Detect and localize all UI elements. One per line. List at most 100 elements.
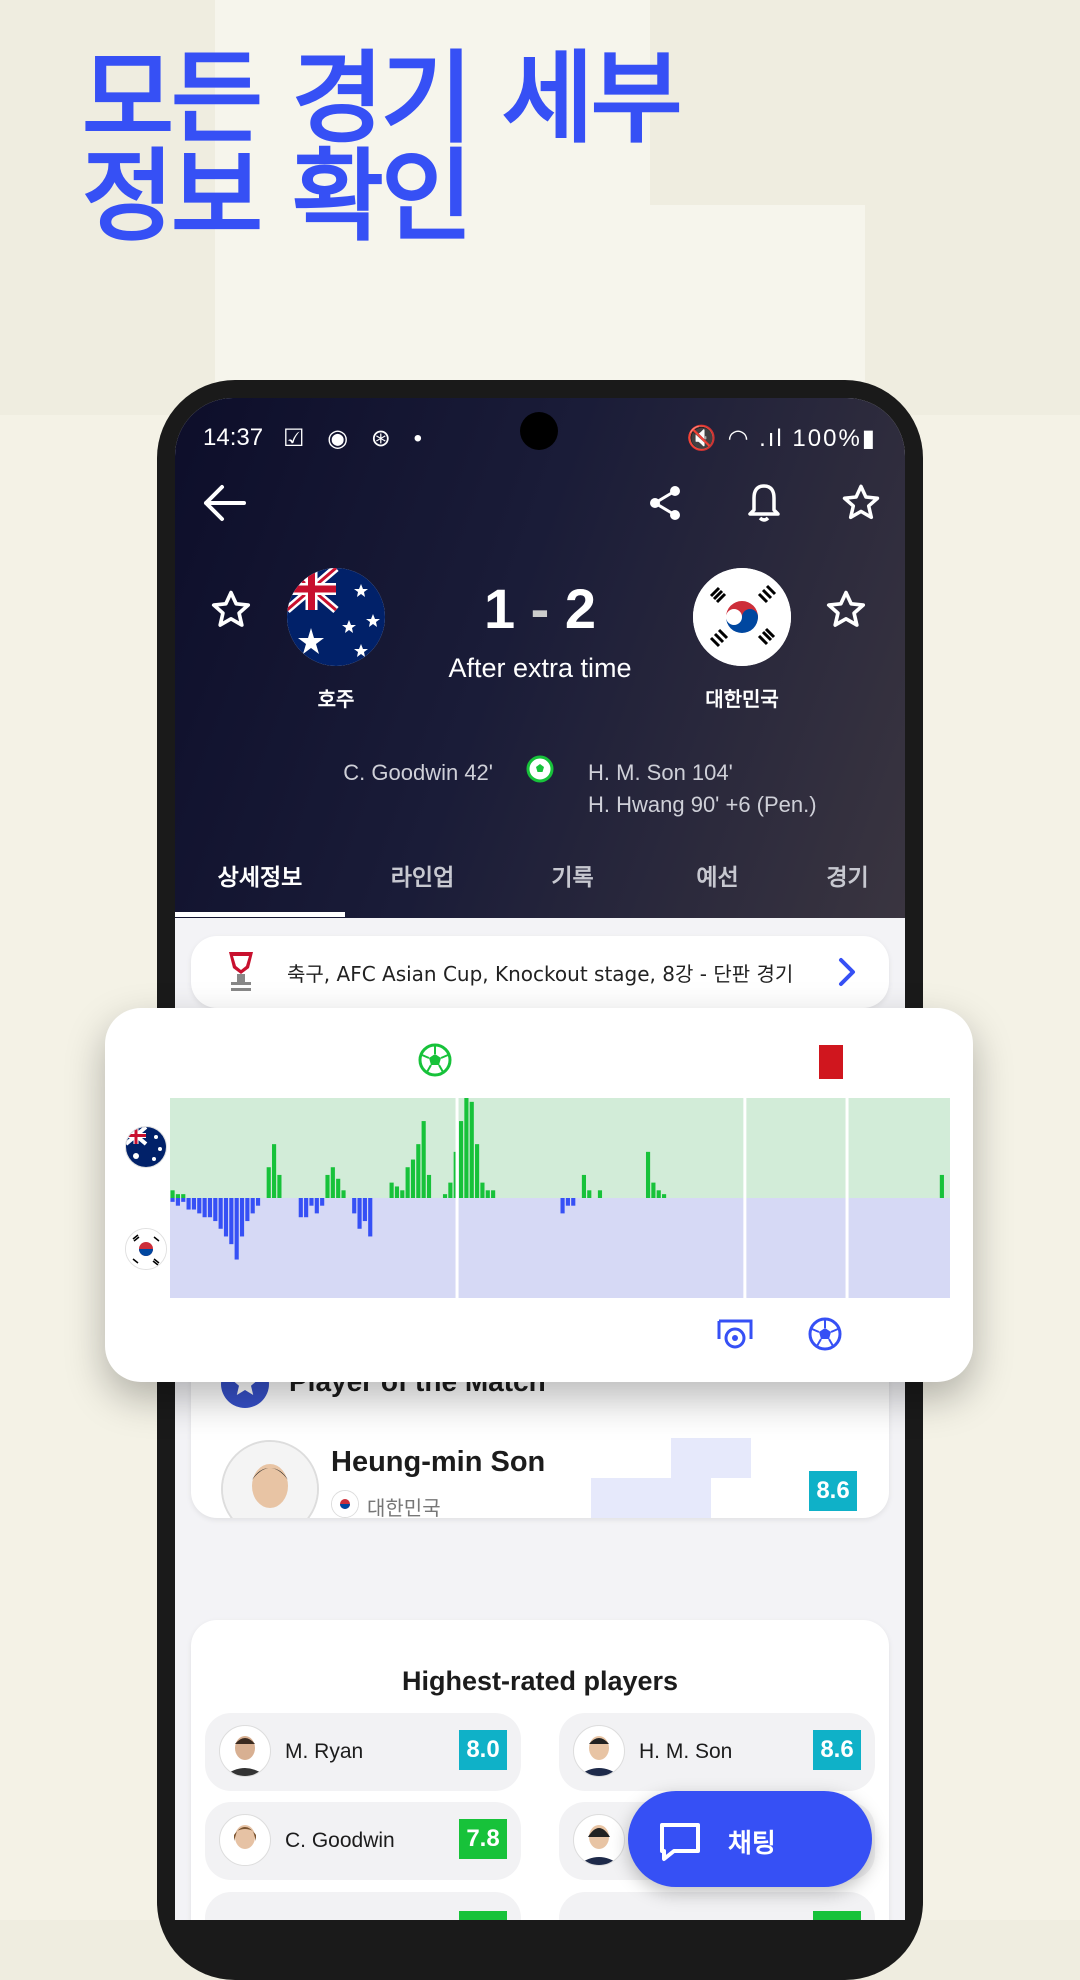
favorite-home-button[interactable] [209,588,253,632]
favorite-match-button[interactable] [834,476,888,530]
korea-flag-small [331,1490,359,1518]
home-momentum-bar [469,1101,474,1198]
player-name: C. Goodwin [285,1829,395,1852]
home-momentum-bar [277,1174,282,1198]
chat-button[interactable]: 채팅 [628,1791,872,1887]
period-break [743,1098,747,1298]
home-momentum-bar [266,1167,271,1198]
home-momentum-bar [336,1178,341,1198]
home-momentum-bar [394,1186,400,1198]
match-tabs: 상세정보 라인업 기록 예선 경기 [175,848,905,918]
player-rating-partial [813,1911,861,1920]
period-break [845,1098,849,1298]
home-momentum-bar [426,1174,432,1198]
tab-qualifiers[interactable]: 예선 [645,848,790,918]
away-momentum-bar [239,1198,245,1237]
status-left-icons: ☑ ◉ ⊛ • [283,425,430,452]
chat-label: 채팅 [728,1829,776,1859]
home-momentum-bar [170,1190,175,1198]
home-scorer: C. Goodwin 42' [343,760,493,785]
home-momentum-bar [448,1182,453,1198]
away-momentum-bar [191,1198,197,1210]
period-break [455,1098,459,1298]
competition-text: 축구, AFC Asian Cup, Knockout stage, 8강 - … [287,962,794,986]
korea-flag-small [125,1228,167,1270]
korea-flag[interactable] [693,568,791,666]
away-momentum-bar [309,1198,314,1206]
back-button[interactable] [197,476,251,530]
home-momentum-bar [400,1190,405,1198]
away-momentum-bar [175,1198,180,1206]
away-momentum-bar [213,1198,218,1222]
away-momentum-bar [197,1198,202,1214]
player-rating: 8.0 [459,1730,507,1770]
status-time: 14:37 [203,424,264,451]
match-score: 1 - 2 [405,576,675,641]
tab-lineup[interactable]: 라인업 [345,848,500,918]
home-momentum-bar [458,1121,464,1198]
away-momentum-bar [320,1198,325,1206]
red-card-icon [819,1045,843,1079]
away-momentum-bar [170,1198,175,1202]
away-momentum-bar [250,1198,255,1214]
home-momentum-bar [410,1159,416,1198]
home-team-name[interactable]: 호주 [256,683,416,712]
soccer-ball-icon [808,1317,842,1351]
away-momentum-bar [560,1198,565,1214]
away-momentum-bar [571,1198,576,1206]
star-icon [211,590,251,627]
away-momentum-bar [368,1198,373,1237]
away-momentum-bar [245,1198,250,1222]
afc-cup-logo [229,952,253,991]
tab-matches[interactable]: 경기 [790,848,905,918]
player-row[interactable]: M. Ryan 8.0 [205,1713,521,1791]
chat-icon [660,1823,700,1861]
away-team-name[interactable]: 대한민국 [662,683,822,712]
highest-rated-title: Highest-rated players [401,1666,679,1696]
home-momentum-bar [175,1194,180,1198]
away-score: 2 [564,577,597,640]
potm-avatar[interactable] [221,1440,319,1518]
player-row[interactable]: H. M. Son 8.6 [559,1713,875,1791]
home-momentum-bar [491,1190,496,1198]
headline-line-1: 모든 경기 세부 [82,40,683,157]
promo-headline: 모든 경기 세부 정보 확인 [82,40,683,247]
active-tab-indicator [175,912,345,917]
soccer-ball-icon [526,755,554,783]
away-momentum-bar [223,1198,229,1237]
competition-card[interactable]: 축구, AFC Asian Cup, Knockout stage, 8강 - … [191,936,889,1008]
home-momentum-bar [325,1174,330,1198]
player-name: H. M. Son [639,1740,733,1763]
player-rating-partial [459,1911,507,1920]
favorite-away-button[interactable] [824,588,868,632]
tab-details[interactable]: 상세정보 [175,848,345,918]
player-avatar [219,1814,271,1866]
home-score: 1 [483,577,516,640]
home-momentum-bar [485,1190,490,1198]
share-icon [650,486,680,520]
pattern-tile [591,1478,711,1518]
away-momentum-bar [218,1198,223,1229]
score-separator: - [530,577,550,640]
tab-stats[interactable]: 기록 [500,848,645,918]
momentum-chart-card [105,1008,973,1382]
player-row[interactable]: C. Goodwin 7.8 [205,1802,521,1880]
camera-cutout [520,412,558,450]
chevron-right-icon [839,958,855,986]
away-momentum-bar [565,1198,570,1206]
home-momentum-bar [597,1190,603,1198]
home-momentum-bar [651,1182,656,1198]
away-momentum-bar [234,1198,239,1260]
goal-post-icon [717,1319,753,1349]
away-momentum-bar [229,1198,234,1245]
home-momentum-bar [939,1174,944,1198]
pattern-tile [671,1438,751,1478]
share-button[interactable] [638,476,692,530]
away-momentum-area [170,1198,950,1298]
home-momentum-bar [272,1144,277,1198]
away-momentum-bar [181,1198,186,1202]
australia-flag[interactable] [287,568,385,666]
away-scorer-1: H. M. Son 104' [588,760,733,785]
notification-button[interactable] [737,476,791,530]
player-rating: 8.6 [813,1730,861,1770]
